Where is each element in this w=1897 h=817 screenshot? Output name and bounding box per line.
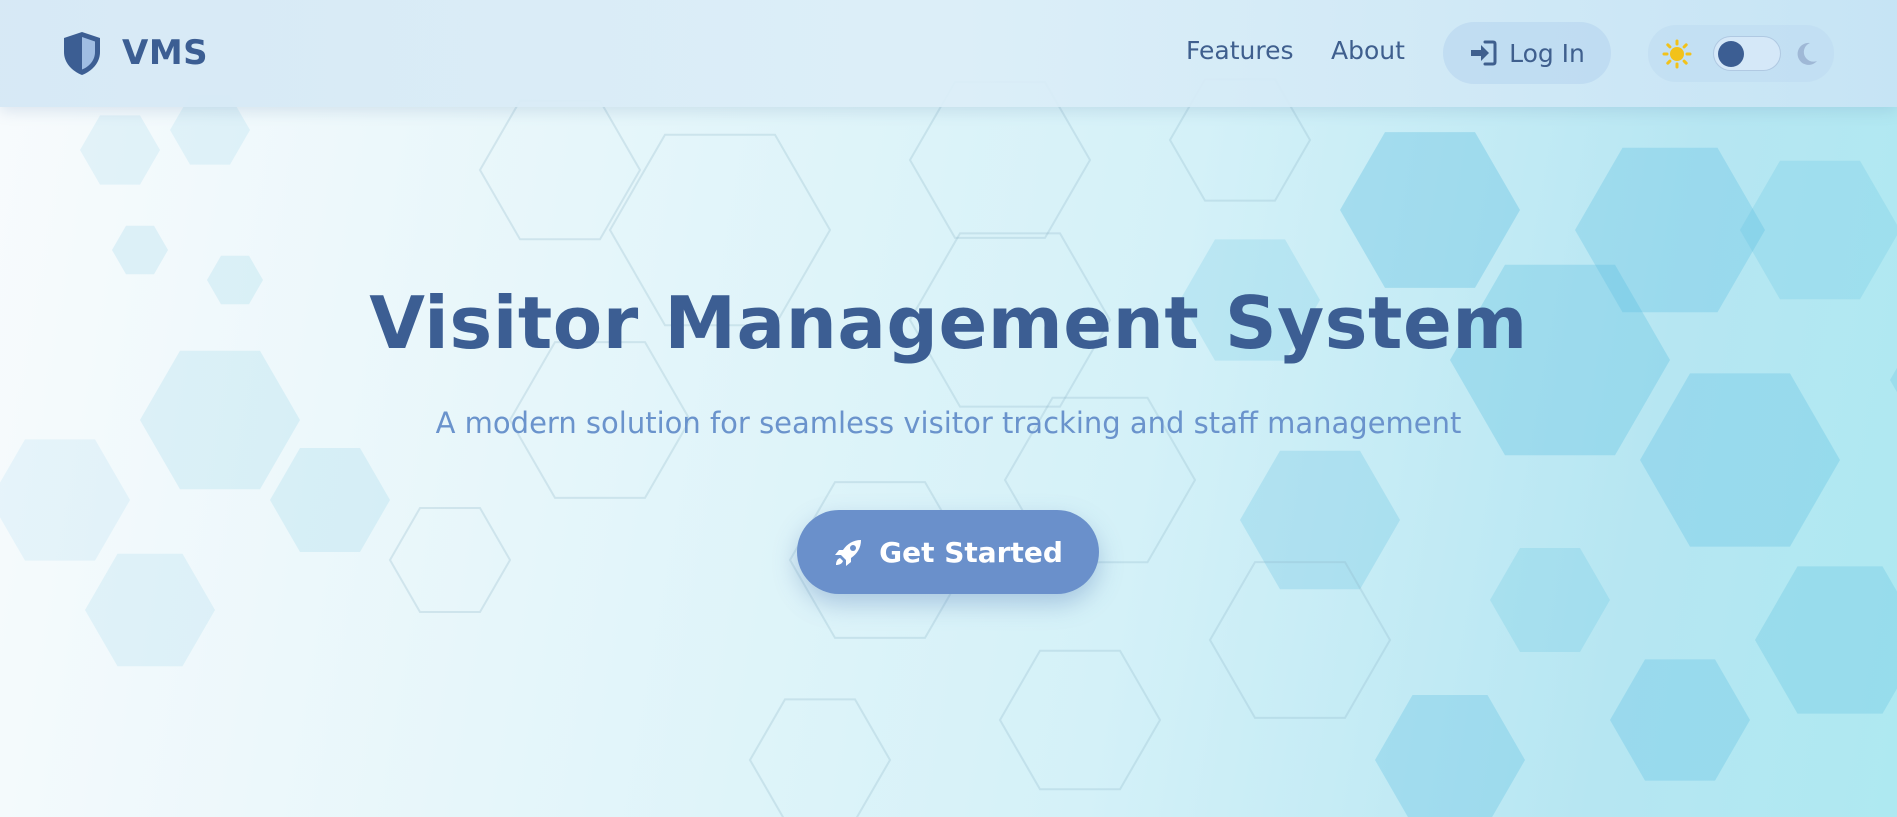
shield-icon [60, 30, 104, 76]
hero-title: Visitor Management System [369, 281, 1528, 365]
nav-about-link[interactable]: About [1331, 36, 1405, 65]
brand[interactable]: VMS [60, 30, 208, 76]
navbar: VMS Features About Log In [0, 0, 1897, 107]
brand-name: VMS [122, 33, 209, 73]
theme-switch[interactable] [1713, 36, 1781, 71]
get-started-button[interactable]: Get Started [797, 510, 1099, 594]
nav-features-link[interactable]: Features [1186, 36, 1294, 65]
theme-switch-knob [1718, 41, 1744, 67]
sign-in-icon [1471, 40, 1497, 66]
get-started-label: Get Started [879, 535, 1063, 569]
login-label: Log In [1509, 38, 1585, 68]
theme-toggle [1648, 25, 1834, 82]
hero-subtitle: A modern solution for seamless visitor t… [435, 406, 1462, 440]
rocket-icon [835, 540, 862, 566]
hero-section: Visitor Management System A modern solut… [0, 107, 1897, 817]
login-button[interactable]: Log In [1443, 22, 1611, 84]
moon-icon [1797, 42, 1817, 65]
sun-icon [1662, 39, 1692, 69]
